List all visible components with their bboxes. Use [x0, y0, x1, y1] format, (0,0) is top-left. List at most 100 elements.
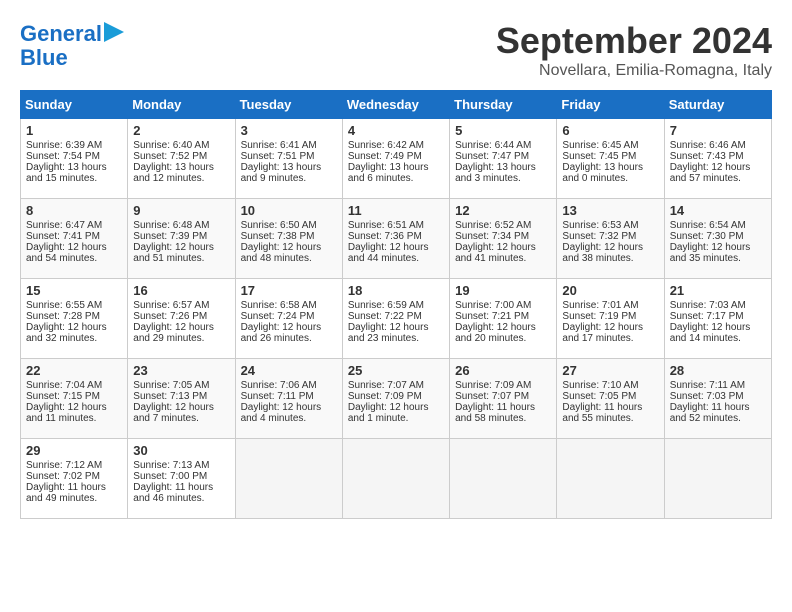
day-detail: Sunrise: 6:46 AM — [670, 140, 766, 151]
day-number: 12 — [455, 203, 551, 218]
day-detail: and 4 minutes. — [241, 413, 337, 424]
calendar-cell: 5Sunrise: 6:44 AMSunset: 7:47 PMDaylight… — [450, 119, 557, 199]
day-detail: and 23 minutes. — [348, 333, 444, 344]
day-detail: Sunset: 7:03 PM — [670, 391, 766, 402]
calendar-cell: 7Sunrise: 6:46 AMSunset: 7:43 PMDaylight… — [664, 119, 771, 199]
day-detail: Daylight: 12 hours — [26, 322, 122, 333]
day-detail: Sunset: 7:52 PM — [133, 151, 229, 162]
week-row-5: 29Sunrise: 7:12 AMSunset: 7:02 PMDayligh… — [21, 439, 772, 519]
day-detail: Sunrise: 6:48 AM — [133, 220, 229, 231]
day-detail: Sunset: 7:36 PM — [348, 231, 444, 242]
header-cell-saturday: Saturday — [664, 91, 771, 119]
day-detail: Sunrise: 7:13 AM — [133, 460, 229, 471]
day-detail: and 15 minutes. — [26, 173, 122, 184]
day-detail: and 48 minutes. — [241, 253, 337, 264]
day-number: 8 — [26, 203, 122, 218]
title-section: September 2024 Novellara, Emilia-Romagna… — [496, 20, 772, 80]
day-detail: Sunrise: 7:03 AM — [670, 300, 766, 311]
day-detail: Daylight: 12 hours — [133, 242, 229, 253]
day-number: 16 — [133, 283, 229, 298]
calendar-cell: 2Sunrise: 6:40 AMSunset: 7:52 PMDaylight… — [128, 119, 235, 199]
day-detail: Daylight: 12 hours — [455, 242, 551, 253]
header-cell-sunday: Sunday — [21, 91, 128, 119]
day-number: 22 — [26, 363, 122, 378]
day-detail: and 51 minutes. — [133, 253, 229, 264]
day-detail: Daylight: 12 hours — [241, 242, 337, 253]
day-detail: and 41 minutes. — [455, 253, 551, 264]
logo-text: General — [20, 23, 102, 45]
day-detail: and 26 minutes. — [241, 333, 337, 344]
day-detail: Sunrise: 6:47 AM — [26, 220, 122, 231]
day-number: 23 — [133, 363, 229, 378]
day-detail: Daylight: 13 hours — [133, 162, 229, 173]
calendar-cell: 28Sunrise: 7:11 AMSunset: 7:03 PMDayligh… — [664, 359, 771, 439]
day-detail: Sunset: 7:30 PM — [670, 231, 766, 242]
day-detail: and 11 minutes. — [26, 413, 122, 424]
day-detail: Sunset: 7:34 PM — [455, 231, 551, 242]
header-cell-monday: Monday — [128, 91, 235, 119]
day-number: 19 — [455, 283, 551, 298]
header: General Blue September 2024 Novellara, E… — [20, 20, 772, 80]
day-detail: and 46 minutes. — [133, 493, 229, 504]
logo-text2: Blue — [20, 47, 68, 69]
header-cell-thursday: Thursday — [450, 91, 557, 119]
day-number: 30 — [133, 443, 229, 458]
day-detail: and 9 minutes. — [241, 173, 337, 184]
day-detail: Daylight: 12 hours — [670, 322, 766, 333]
week-row-2: 8Sunrise: 6:47 AMSunset: 7:41 PMDaylight… — [21, 199, 772, 279]
day-detail: Sunset: 7:47 PM — [455, 151, 551, 162]
day-number: 6 — [562, 123, 658, 138]
calendar-cell: 18Sunrise: 6:59 AMSunset: 7:22 PMDayligh… — [342, 279, 449, 359]
day-number: 1 — [26, 123, 122, 138]
day-detail: Daylight: 13 hours — [348, 162, 444, 173]
header-cell-friday: Friday — [557, 91, 664, 119]
calendar-cell — [557, 439, 664, 519]
calendar-cell — [235, 439, 342, 519]
day-detail: Sunrise: 6:44 AM — [455, 140, 551, 151]
day-detail: Daylight: 11 hours — [455, 402, 551, 413]
day-detail: Daylight: 12 hours — [348, 242, 444, 253]
calendar-cell: 4Sunrise: 6:42 AMSunset: 7:49 PMDaylight… — [342, 119, 449, 199]
day-detail: Sunrise: 6:58 AM — [241, 300, 337, 311]
calendar-cell: 20Sunrise: 7:01 AMSunset: 7:19 PMDayligh… — [557, 279, 664, 359]
calendar-cell: 30Sunrise: 7:13 AMSunset: 7:00 PMDayligh… — [128, 439, 235, 519]
location-title: Novellara, Emilia-Romagna, Italy — [496, 62, 772, 80]
day-detail: Sunrise: 6:42 AM — [348, 140, 444, 151]
day-number: 25 — [348, 363, 444, 378]
day-detail: Sunrise: 7:10 AM — [562, 380, 658, 391]
day-detail: Sunset: 7:19 PM — [562, 311, 658, 322]
day-detail: Sunrise: 7:07 AM — [348, 380, 444, 391]
calendar-cell: 13Sunrise: 6:53 AMSunset: 7:32 PMDayligh… — [557, 199, 664, 279]
day-detail: Daylight: 12 hours — [348, 322, 444, 333]
day-number: 3 — [241, 123, 337, 138]
day-number: 27 — [562, 363, 658, 378]
day-detail: Sunset: 7:51 PM — [241, 151, 337, 162]
day-detail: Sunrise: 7:00 AM — [455, 300, 551, 311]
day-detail: Sunset: 7:11 PM — [241, 391, 337, 402]
week-row-1: 1Sunrise: 6:39 AMSunset: 7:54 PMDaylight… — [21, 119, 772, 199]
calendar-cell: 19Sunrise: 7:00 AMSunset: 7:21 PMDayligh… — [450, 279, 557, 359]
day-detail: Daylight: 12 hours — [26, 242, 122, 253]
calendar-cell — [450, 439, 557, 519]
day-detail: and 20 minutes. — [455, 333, 551, 344]
day-detail: Sunset: 7:32 PM — [562, 231, 658, 242]
day-detail: Sunrise: 7:04 AM — [26, 380, 122, 391]
month-title: September 2024 — [496, 20, 772, 62]
day-number: 9 — [133, 203, 229, 218]
calendar-cell: 1Sunrise: 6:39 AMSunset: 7:54 PMDaylight… — [21, 119, 128, 199]
day-detail: Sunrise: 6:39 AM — [26, 140, 122, 151]
day-number: 13 — [562, 203, 658, 218]
calendar-cell: 9 Sunrise: 6:48 AMSunset: 7:39 PMDaylight… — [128, 199, 235, 279]
day-detail: Sunrise: 6:52 AM — [455, 220, 551, 231]
day-detail: Daylight: 13 hours — [241, 162, 337, 173]
day-detail: Daylight: 12 hours — [133, 322, 229, 333]
calendar-cell: 8Sunrise: 6:47 AMSunset: 7:41 PMDaylight… — [21, 199, 128, 279]
day-detail: and 6 minutes. — [348, 173, 444, 184]
day-detail: Sunset: 7:05 PM — [562, 391, 658, 402]
day-detail: Sunset: 7:39 PM — [133, 231, 229, 242]
day-detail: and 14 minutes. — [670, 333, 766, 344]
day-detail: Daylight: 12 hours — [133, 402, 229, 413]
day-detail: and 49 minutes. — [26, 493, 122, 504]
day-detail: Sunset: 7:22 PM — [348, 311, 444, 322]
day-detail: Sunset: 7:45 PM — [562, 151, 658, 162]
